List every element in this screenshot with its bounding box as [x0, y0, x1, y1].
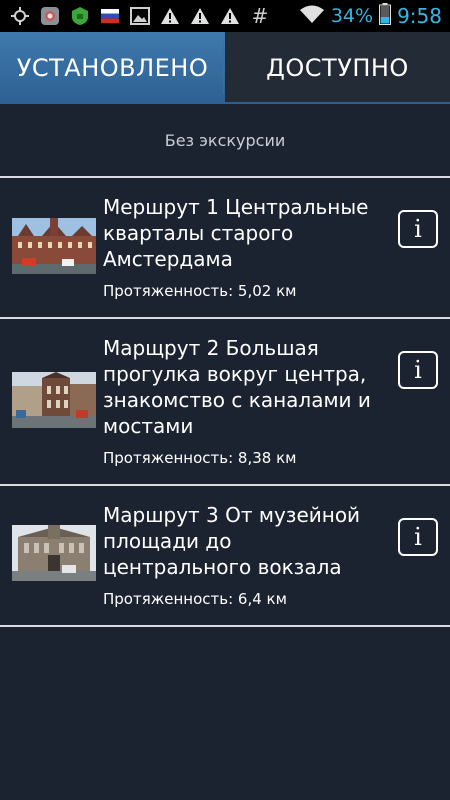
route-title: Маршрут 3 От музейной площади до централ… [103, 503, 361, 579]
status-bar: # 34% 9:58 [0, 0, 450, 32]
route-list: Без экскурсии Мершрут 1 Центральные квар… [0, 104, 450, 627]
route-length: Протяженность: 8,38 км [103, 449, 297, 467]
warning-icon [160, 6, 180, 26]
info-button[interactable]: i [398, 210, 438, 248]
battery-percentage: 34% [330, 5, 374, 27]
tab-available[interactable]: ДОСТУПНО [225, 32, 450, 104]
route-item-1[interactable]: Мершрут 1 Центральные кварталы старого А… [0, 178, 450, 319]
route-length: Протяженность: 6,4 км [103, 590, 287, 608]
image-icon [130, 6, 150, 26]
shield-app-icon [70, 6, 90, 26]
route-text: Мершрут 1 Центральные кварталы старого А… [103, 194, 380, 300]
route-length: Протяженность: 5,02 км [103, 282, 297, 300]
tab-installed[interactable]: УСТАНОВЛЕНО [0, 32, 225, 104]
notification-icons: # [0, 4, 270, 28]
route-title: Мершрут 1 Центральные кварталы старого А… [103, 195, 369, 271]
route-thumbnail [12, 525, 96, 581]
route-title: Марщрут 2 Большая прогулка вокруг центра… [103, 336, 371, 438]
route-text: Маршрут 3 От музейной площади до централ… [103, 502, 380, 608]
route-text: Марщрут 2 Большая прогулка вокруг центра… [103, 335, 380, 467]
gps-icon [10, 6, 30, 26]
route-thumbnail [12, 218, 96, 274]
info-button[interactable]: i [398, 518, 438, 556]
clock: 9:58 [397, 4, 442, 28]
route-thumbnail [12, 372, 96, 428]
wifi-icon [299, 4, 325, 28]
warning-icon [190, 6, 210, 26]
flag-icon [100, 6, 120, 26]
battery-icon [379, 3, 392, 29]
photo-app-icon [40, 6, 60, 26]
route-item-2[interactable]: Марщрут 2 Большая прогулка вокруг центра… [0, 319, 450, 486]
info-button[interactable]: i [398, 351, 438, 389]
status-right: 34% 9:58 [299, 0, 442, 32]
hash-icon: # [251, 4, 269, 28]
warning-icon [220, 6, 240, 26]
tab-divider [223, 42, 224, 94]
no-tour-item[interactable]: Без экскурсии [0, 104, 450, 178]
route-item-3[interactable]: Маршрут 3 От музейной площади до централ… [0, 486, 450, 627]
tab-bar: УСТАНОВЛЕНО ДОСТУПНО [0, 32, 450, 104]
